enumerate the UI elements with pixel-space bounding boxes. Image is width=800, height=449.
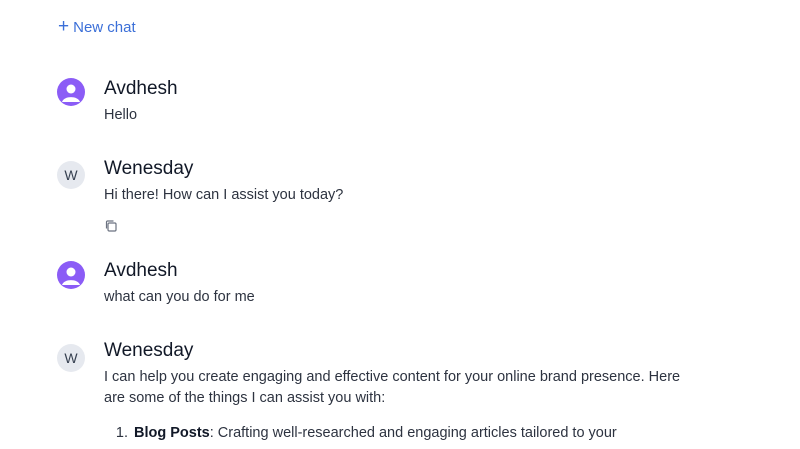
message-text: Hi there! How can I assist you today? [104,187,344,203]
list-item: Blog Posts: Crafting well-researched and… [132,423,732,444]
assistant-avatar: W [57,344,85,372]
plus-icon: + [58,15,70,37]
message-text: what can you do for me [104,289,255,305]
list-item-text: : Crafting well-researched and engaging … [209,425,617,441]
list-item-title: Blog Posts [134,425,210,441]
message-author: Avdhesh [104,78,178,99]
user-avatar-icon [57,261,85,289]
new-chat-label: New chat [73,19,136,36]
new-chat-button[interactable]: + New chat [58,15,136,37]
message-author: Wenesday [104,340,194,361]
assistant-avatar: W [57,161,85,189]
message-text: I can help you create engaging and effec… [104,369,681,406]
message-text: Hello [104,107,138,123]
copy-icon[interactable] [104,219,118,233]
message-list: Blog Posts: Crafting well-researched and… [104,423,732,444]
message-author: Wenesday [104,158,194,179]
message-author: Avdhesh [104,260,178,281]
user-avatar-icon [57,78,85,106]
